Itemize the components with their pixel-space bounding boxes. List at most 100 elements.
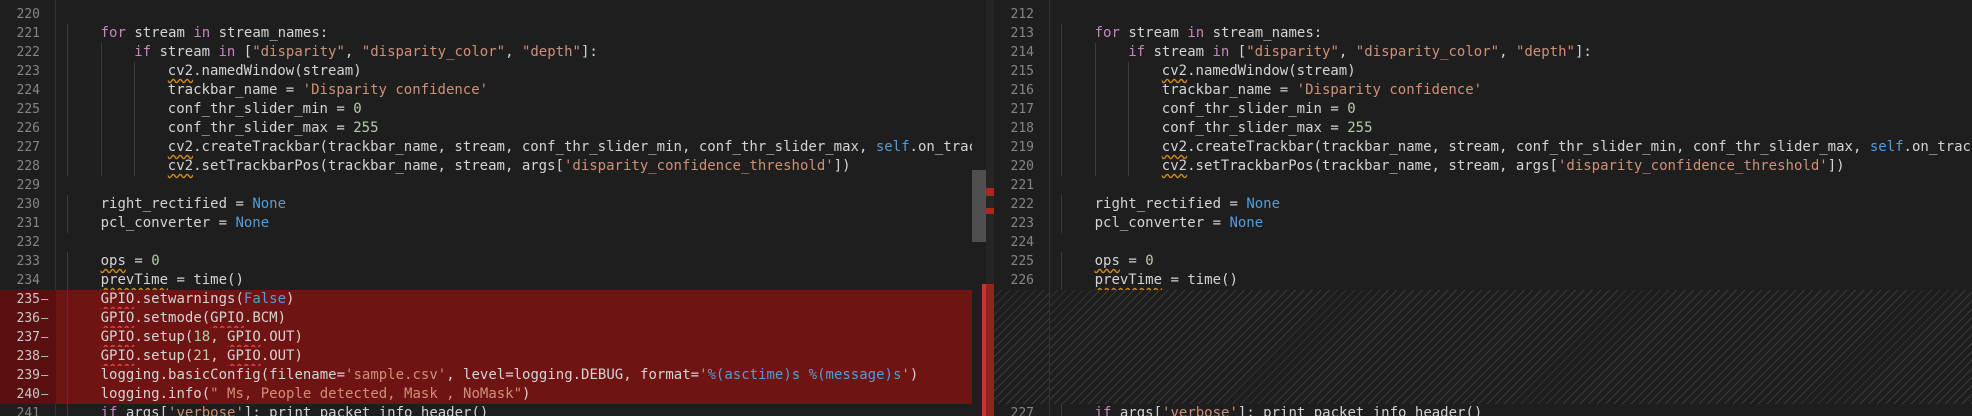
scrollbar-thumb[interactable] [972,170,986,242]
indent-guide [1061,252,1062,271]
code-token: logging.basicConfig(filename= [100,367,346,383]
indent-guide [1128,138,1130,157]
code-token: "depth" [521,44,581,60]
code-token: cv2 [1161,63,1188,79]
deleted-code-line[interactable]: GPIO.setmode(GPIO.BCM) [56,309,986,328]
code-token: " Ms, People detected, Mask , NoMask" [210,386,523,402]
code-token: pcl_converter = [1094,215,1230,231]
indent-guide [1061,119,1062,138]
indent-guide [67,119,68,138]
code-area[interactable]: for stream in stream_names: if stream in … [1050,0,1972,416]
indent-guide [100,81,102,100]
indent-guide [1061,81,1062,100]
code-line[interactable]: ops = 0 [56,252,986,271]
deleted-line-marker: — [41,368,49,382]
code-line[interactable]: if args['verbose']: print_packet_info_he… [1050,404,1972,416]
code-line[interactable]: trackbar_name = 'Disparity confidence' [56,81,986,100]
code-line[interactable]: trackbar_name = 'Disparity confidence' [1050,81,1972,100]
code-line[interactable]: pcl_converter = None [1050,214,1972,233]
code-line[interactable] [56,176,986,195]
indent-guide [1094,119,1096,138]
code-line[interactable] [1050,233,1972,252]
code-token: if [1128,44,1146,60]
code-line[interactable]: conf_thr_slider_min = 0 [1050,100,1972,119]
line-number: 234 [16,273,40,288]
indent-guide [1094,62,1096,81]
indent-guide [67,43,68,62]
code-token: stream [1119,25,1188,41]
deleted-line-marker: — [41,292,49,306]
deleted-code-line[interactable]: logging.basicConfig(filename='sample.csv… [56,366,986,385]
line-number: 227 [16,140,40,155]
indent-guide [134,100,136,119]
code-line[interactable]: right_rectified = None [56,195,986,214]
code-line[interactable]: if stream in ["disparity", "disparity_co… [56,43,986,62]
code-text: logging.basicConfig(filename='sample.csv… [101,366,919,385]
code-token: GPIO [100,291,135,307]
indent-guide [100,62,102,81]
code-token: stream_names: [210,25,329,41]
code-line[interactable] [1050,5,1972,24]
deleted-code-line[interactable]: GPIO.setwarnings(False) [56,290,986,309]
vertical-scrollbar[interactable] [972,0,986,416]
code-line[interactable]: right_rectified = None [1050,195,1972,214]
line-number: 229 [16,178,40,193]
code-token: conf_thr_slider_max = [167,120,354,136]
code-token: ]) [1827,158,1845,174]
code-line[interactable] [56,5,986,24]
code-text: logging.info(" Ms, People detected, Mask… [101,385,531,404]
code-line[interactable]: prevTime = time() [56,271,986,290]
line-number: 230 [16,197,40,212]
deleted-code-line[interactable]: GPIO.setup(21, GPIO.OUT) [56,347,986,366]
code-line[interactable]: conf_thr_slider_min = 0 [56,100,986,119]
indent-guide [134,138,136,157]
code-token: stream [1145,44,1213,60]
code-line[interactable]: cv2.namedWindow(stream) [1050,62,1972,81]
code-area[interactable]: for stream in stream_names: if stream in … [56,0,986,416]
code-token: stream [125,25,194,41]
indent-guide [67,290,68,309]
code-line[interactable]: for stream in stream_names: [1050,24,1972,43]
code-text: conf_thr_slider_min = 0 [168,100,362,119]
code-line[interactable]: if stream in ["disparity", "disparity_co… [1050,43,1972,62]
line-number: 221 [16,26,40,41]
deleted-code-line[interactable]: GPIO.setup(18, GPIO.OUT) [56,328,986,347]
code-line[interactable]: prevTime = time() [1050,271,1972,290]
code-line[interactable]: pcl_converter = None [56,214,986,233]
diff-splitter[interactable] [986,0,994,416]
code-line[interactable]: cv2.namedWindow(stream) [56,62,986,81]
code-token: 'disparity_confidence_threshold' [1557,158,1828,174]
code-token: cv2 [1161,139,1188,155]
indent-guide [1061,404,1062,416]
modified-editor-pane[interactable]: 212 213 214 215 216 217 218 219 220 221 222 223 224 2… [994,0,1972,416]
code-token: 0 [1347,101,1356,117]
code-token: .on_trackbar_change) [1903,139,1972,155]
code-token: "disparity_color" [1355,44,1500,60]
code-line[interactable]: conf_thr_slider_max = 255 [1050,119,1972,138]
code-line[interactable]: ops = 0 [1050,252,1972,271]
code-line[interactable]: conf_thr_slider_max = 255 [56,119,986,138]
code-text: if stream in ["disparity", "disparity_co… [1128,43,1592,62]
code-line[interactable] [56,233,986,252]
code-token: 'verbose' [1162,405,1238,416]
code-text: conf_thr_slider_max = 255 [1162,119,1373,138]
code-line[interactable]: cv2.createTrackbar(trackbar_name, stream… [1050,138,1972,157]
code-line[interactable]: cv2.createTrackbar(trackbar_name, stream… [56,138,986,157]
code-token: if [100,405,118,416]
code-token: trackbar_name = [167,82,303,98]
code-token: , [505,44,522,60]
code-line[interactable]: cv2.setTrackbarPos(trackbar_name, stream… [1050,157,1972,176]
code-line[interactable] [1050,176,1972,195]
line-number: 228 [16,159,40,174]
code-line[interactable]: if args['verbose']: print_packet_info_he… [56,404,986,416]
line-number-gutter: 220 221 222 223 224 225 226 227 228 229 230 231 232 2… [0,0,56,416]
code-token: logging.info( [100,386,211,402]
original-editor-pane[interactable]: 220 221 222 223 224 225 226 227 228 229 230 231 232 2… [0,0,986,416]
indent-guide [67,366,68,385]
code-line[interactable]: for stream in stream_names: [56,24,986,43]
code-token: "depth" [1515,44,1575,60]
deleted-code-line[interactable]: logging.info(" Ms, People detected, Mask… [56,385,986,404]
code-token: 255 [353,120,379,136]
code-text: cv2.namedWindow(stream) [168,62,362,81]
code-line[interactable]: cv2.setTrackbarPos(trackbar_name, stream… [56,157,986,176]
